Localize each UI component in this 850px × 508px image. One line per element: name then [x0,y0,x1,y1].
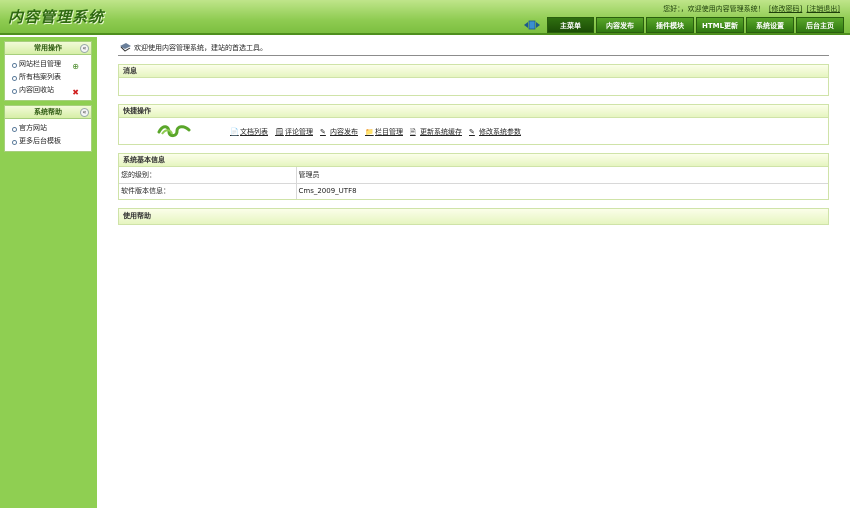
quick-link-doc-list[interactable]: 📄 文档列表 [230,127,268,137]
top-header: 内容管理系统 您好：，欢迎使用内容管理系统！ [修改密码] [注销退出] 主菜单… [0,0,850,35]
info-label: 软件版本信息： [119,182,297,199]
welcome-bar: 欢迎使用内容管理系统，建站的首选工具。 [118,40,829,56]
sidebar-group-title: 常用操作 [34,44,62,52]
table-row: 软件版本信息： Cms_2009_UTF8 [119,182,828,199]
quick-actions-panel: 快捷操作 📄 文档列表 🗒 评论管理 ✎ 内容发布 📁 栏目管理 🗎 更新系统缓… [118,104,829,145]
tab-main-menu[interactable]: 主菜单 [547,17,594,33]
welcome-text: 欢迎使用内容管理系统，建站的首选工具。 [134,44,267,52]
tab-system-settings[interactable]: 系统设置 [746,17,794,33]
app-logo: 内容管理系统 [8,8,105,26]
quick-actions-body: 📄 文档列表 🗒 评论管理 ✎ 内容发布 📁 栏目管理 🗎 更新系统缓存 ✎ 修… [119,118,828,144]
main-content: 欢迎使用内容管理系统，建站的首选工具。 消息 快捷操作 📄 文档列表 🗒 评论管… [118,40,829,225]
quick-link-columns[interactable]: 📁 栏目管理 [365,127,403,137]
panel-title: 系统基本信息 [119,154,828,167]
user-bar: 您好：，欢迎使用内容管理系统！ [修改密码] [注销退出] [661,4,840,14]
quick-links: 📄 文档列表 🗒 评论管理 ✎ 内容发布 📁 栏目管理 🗎 更新系统缓存 ✎ 修… [230,127,521,137]
leaf-swirl-icon [157,125,191,138]
info-label: 您的级别： [119,167,297,183]
help-panel: 使用帮助 [118,208,829,225]
logout-link[interactable]: [注销退出] [807,5,840,13]
tab-admin-home[interactable]: 后台主页 [796,17,844,33]
messages-body [119,78,828,95]
sidebar-group-title: 系统帮助 [34,108,62,116]
sidebar-group-header[interactable]: 常用操作 « [5,42,91,55]
comment-icon: 🗒 [275,128,284,136]
refresh-icon: 🗎 [410,128,416,136]
settings-pen-icon: ✎ [469,128,475,136]
document-list-icon: 📄 [230,128,239,136]
main-nav-tabs: 主菜单 内容发布 插件模块 HTML更新 系统设置 后台主页 [547,17,844,33]
sidebar-item-recycle-bin[interactable]: 内容回收站 ✖ [5,84,91,97]
info-value: Cms_2009_UTF8 [296,182,828,199]
system-info-table: 您的级别： 管理员 软件版本信息： Cms_2009_UTF8 [119,167,828,199]
sidebar-item-official-site[interactable]: 官方网站 [5,122,91,135]
panel-title: 快捷操作 [119,105,828,118]
collapse-icon[interactable]: « [80,108,89,117]
left-sidebar: 常用操作 « 网站栏目管理 ⊕ 所有档案列表 内容回收站 ✖ 系统帮助 « 官方… [0,37,97,508]
sidebar-item-all-archives[interactable]: 所有档案列表 [5,71,91,84]
messages-panel: 消息 [118,64,829,96]
tab-plugins[interactable]: 插件模块 [646,17,694,33]
system-info-panel: 系统基本信息 您的级别： 管理员 软件版本信息： Cms_2009_UTF8 [118,153,829,200]
sidebar-group-header[interactable]: 系统帮助 « [5,106,91,119]
sidebar-item-more-templates[interactable]: 更多后台模板 [5,135,91,148]
table-row: 您的级别： 管理员 [119,167,828,183]
change-password-link[interactable]: [修改密码] [769,5,802,13]
quick-link-system-params[interactable]: ✎ 修改系统参数 [469,127,521,137]
greeting-text: 您好：，欢迎使用内容管理系统！ [663,5,765,13]
quick-link-publish[interactable]: ✎ 内容发布 [320,127,358,137]
info-value: 管理员 [298,170,320,179]
sidebar-item-site-columns[interactable]: 网站栏目管理 ⊕ [5,58,91,71]
announcement-icon [120,43,131,52]
toggle-sidebar-icon[interactable] [524,20,540,30]
sidebar-group-common: 常用操作 « 网站栏目管理 ⊕ 所有档案列表 内容回收站 ✖ [4,41,92,101]
collapse-icon[interactable]: « [80,44,89,53]
quick-link-comments[interactable]: 🗒 评论管理 [275,127,313,137]
folder-icon: 📁 [365,128,374,136]
panel-title: 消息 [119,65,828,78]
sidebar-group-help: 系统帮助 « 官方网站 更多后台模板 [4,105,92,152]
tab-html-update[interactable]: HTML更新 [696,17,744,33]
pen-icon: ✎ [320,128,326,136]
tab-content-publish[interactable]: 内容发布 [596,17,644,33]
panel-title: 使用帮助 [119,209,828,224]
clear-recycle-icon[interactable]: ✖ [72,86,79,99]
quick-link-refresh-cache[interactable]: 🗎 更新系统缓存 [410,127,462,137]
